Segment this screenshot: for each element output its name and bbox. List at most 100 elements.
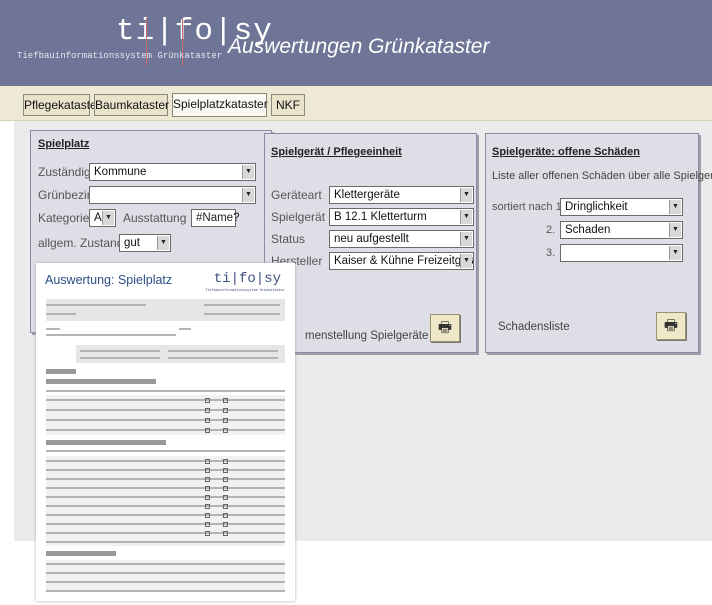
- schaeden-panel: Spielgeräte: offene Schäden Liste aller …: [485, 133, 712, 353]
- spielgeraet-select[interactable]: B 12.1 Kletterturm ▼: [329, 208, 474, 226]
- report-table-header: [46, 389, 285, 393]
- report-table-row: [46, 589, 285, 593]
- report-line: [179, 327, 191, 331]
- tab-nkf[interactable]: NKF: [271, 94, 305, 116]
- status-select[interactable]: neu aufgestellt ▼: [329, 230, 474, 248]
- report-table-row: [46, 495, 285, 499]
- ausstattung-field[interactable]: #Name?: [191, 209, 239, 227]
- spielplatz-title: Spielplatz: [38, 138, 90, 150]
- chevron-down-icon[interactable]: ▼: [460, 232, 472, 246]
- spielgeraet-panel: Spielgerät / Pflegeeinheit Geräteart Kle…: [264, 133, 477, 353]
- hersteller-select[interactable]: Kaiser & Kühne Freizeitgeräte Gm▼: [329, 252, 474, 270]
- report-info-box: [76, 345, 285, 363]
- sort3-label: 3.: [546, 247, 556, 259]
- kategorie-select[interactable]: A ▼: [89, 209, 116, 227]
- report-checkbox: [205, 522, 210, 527]
- report-table-row: [46, 428, 285, 432]
- zustaendig-label: Zuständig: [38, 165, 91, 179]
- ausstattung-label: Ausstattung: [123, 211, 187, 225]
- zustand-select[interactable]: gut ▼: [119, 234, 171, 252]
- report-checkbox: [223, 468, 228, 473]
- report-section-heading: [46, 440, 166, 445]
- chevron-down-icon[interactable]: ▼: [242, 165, 254, 179]
- report-logo: ti|fo|sy: [213, 271, 281, 287]
- app-header: ti|fo|sy Tiefbauinformationssystem Grünk…: [0, 0, 712, 86]
- report-checkbox: [223, 459, 228, 464]
- tab-bar: Pflegekataster Baumkataster Spielplatzka…: [0, 86, 712, 121]
- report-checkbox: [205, 513, 210, 518]
- schaeden-title: Spielgeräte: offene Schäden: [492, 146, 640, 158]
- chevron-down-icon[interactable]: ▼: [460, 210, 472, 224]
- report-line: [46, 303, 146, 307]
- report-checkbox: [205, 504, 210, 509]
- report-checkbox: [223, 418, 228, 423]
- spielgeraet-label: Spielgerät: [271, 210, 326, 224]
- report-table-row: [46, 540, 285, 544]
- app-logo-subtitle: Tiefbauinformationssystem Grünkataster: [17, 51, 223, 61]
- chevron-down-icon[interactable]: ▼: [102, 211, 114, 225]
- report-checkbox: [223, 408, 228, 413]
- report-table-row: [46, 486, 285, 490]
- schadensliste-label: Schadensliste: [498, 321, 570, 333]
- report-table-row: [46, 408, 285, 412]
- status-label: Status: [271, 232, 306, 246]
- report-line: [204, 312, 280, 316]
- report-checkbox: [205, 495, 210, 500]
- report-table-row: [46, 531, 285, 535]
- print-schadensliste-button[interactable]: 🖶: [656, 312, 686, 340]
- report-checkbox: [223, 504, 228, 509]
- report-checkbox: [205, 459, 210, 464]
- tab-spielplatzkataster[interactable]: Spielplatzkataster: [172, 93, 268, 117]
- report-line: [46, 312, 76, 316]
- sort3-select[interactable]: ▼: [560, 244, 683, 262]
- chevron-down-icon[interactable]: ▼: [669, 200, 681, 214]
- page-title: Auswertungen Grünkataster: [228, 35, 490, 58]
- report-checkbox: [205, 477, 210, 482]
- report-checkbox: [223, 398, 228, 403]
- report-table-row: [46, 571, 285, 575]
- chevron-down-icon[interactable]: ▼: [460, 188, 472, 202]
- report-checkbox: [205, 486, 210, 491]
- report-table-row: [46, 418, 285, 422]
- report-line: [80, 356, 160, 360]
- report-section-heading: [46, 369, 76, 374]
- sort1-select[interactable]: Dringlichkeit ▼: [560, 198, 683, 216]
- chevron-down-icon[interactable]: ▼: [242, 188, 254, 202]
- report-checkbox: [223, 522, 228, 527]
- tab-baumkataster[interactable]: Baumkataster: [94, 94, 169, 116]
- report-checkbox: [205, 531, 210, 536]
- chevron-down-icon[interactable]: ▼: [669, 223, 681, 237]
- zustaendig-select[interactable]: Kommune ▼: [89, 163, 256, 181]
- report-line: [46, 333, 176, 337]
- printer-icon: 🖶: [663, 317, 679, 334]
- report-table-row: [46, 504, 285, 508]
- report-checkbox: [205, 468, 210, 473]
- report-table-header: [46, 562, 285, 566]
- gruenbezirk-select[interactable]: ▼: [89, 186, 256, 204]
- report-preview: Auswertung: Spielplatz ti|fo|sy Tiefbaui…: [36, 263, 295, 601]
- report-logo-subtitle: Tiefbauinformationssystem Grünkataster: [205, 289, 285, 293]
- chevron-down-icon[interactable]: ▼: [460, 254, 472, 268]
- report-table-row: [46, 477, 285, 481]
- report-table-row: [46, 398, 285, 402]
- report-title: Auswertung: Spielplatz: [45, 273, 173, 287]
- report-table-row: [46, 468, 285, 472]
- kategorie-label: Kategorie: [38, 211, 90, 225]
- report-checkbox: [205, 418, 210, 423]
- report-checkbox: [205, 398, 210, 403]
- chevron-down-icon[interactable]: ▼: [669, 246, 681, 260]
- geraeteart-select[interactable]: Klettergeräte ▼: [329, 186, 474, 204]
- report-table-row: [46, 513, 285, 517]
- sort2-select[interactable]: Schaden ▼: [560, 221, 683, 239]
- report-line: [168, 356, 278, 360]
- report-section-heading: [46, 551, 116, 556]
- print-geraete-button[interactable]: 🖶: [430, 314, 460, 342]
- zusammenstellung-label: menstellung Spielgeräte: [305, 330, 429, 342]
- report-line: [46, 327, 60, 331]
- report-checkbox: [205, 428, 210, 433]
- chevron-down-icon[interactable]: ▼: [157, 236, 169, 250]
- report-line: [168, 349, 278, 353]
- report-checkbox: [223, 428, 228, 433]
- report-checkbox: [223, 477, 228, 482]
- tab-pflegekataster[interactable]: Pflegekataster: [23, 94, 101, 116]
